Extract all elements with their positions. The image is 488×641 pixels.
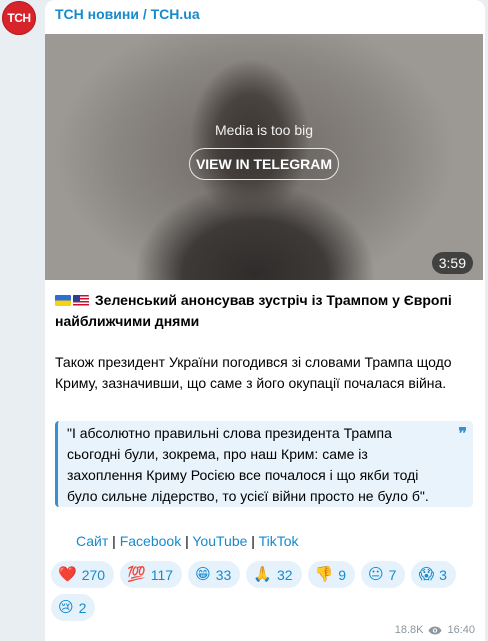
reaction-scream[interactable]: 😱 3 (411, 561, 456, 588)
reaction-count: 270 (81, 566, 106, 583)
reaction-count: 32 (276, 566, 293, 583)
link-youtube[interactable]: YouTube (192, 533, 247, 549)
video-duration-badge: 3:59 (431, 252, 473, 274)
usa-flag-icon (73, 295, 89, 306)
eye-icon (428, 626, 442, 634)
reaction-count: 3 (439, 566, 447, 583)
link-site[interactable]: Сайт (76, 533, 108, 549)
reaction-heart[interactable]: ❤️ 270 (51, 561, 115, 588)
reaction-thumbs-down[interactable]: 👎 9 (307, 561, 356, 588)
reaction-count: 7 (388, 566, 397, 583)
quote-icon: ❞ (458, 424, 467, 443)
link-tiktok[interactable]: TikTok (259, 533, 299, 549)
hundred-icon: 💯 (127, 566, 146, 583)
reactions-bar: ❤️ 270 💯 117 😁 33 🙏 32 👎 9 😐 7 😱 3 😢 2 (51, 561, 481, 621)
message-bubble: ТСН новини / TCH.ua Media is too big VIE… (45, 0, 485, 641)
reaction-hundred[interactable]: 💯 117 (120, 561, 183, 588)
reaction-count: 2 (78, 599, 87, 616)
message-meta: 18.8K 16:40 (395, 624, 475, 636)
post-headline: Зеленський анонсував зустріч із Трампом … (55, 290, 470, 332)
grin-icon: 😁 (195, 566, 211, 583)
view-in-telegram-button[interactable]: VIEW IN TELEGRAM (189, 148, 339, 180)
quote-text: "І абсолютно правильні слова президента … (67, 425, 429, 504)
ukraine-flag-icon (55, 295, 71, 306)
reaction-grin[interactable]: 😁 33 (188, 561, 241, 588)
link-facebook[interactable]: Facebook (120, 533, 181, 549)
pray-icon: 🙏 (253, 566, 272, 583)
post-quote: "І абсолютно правильні слова президента … (55, 421, 473, 507)
cry-icon: 😢 (58, 599, 74, 616)
media-notice: Media is too big (214, 122, 314, 138)
reaction-count: 117 (150, 566, 174, 583)
reaction-neutral[interactable]: 😐 7 (361, 561, 406, 588)
reaction-cry[interactable]: 😢 2 (51, 594, 96, 621)
reaction-pray[interactable]: 🙏 32 (246, 561, 302, 588)
heart-icon: ❤️ (58, 566, 77, 583)
headline-text: Зеленський анонсував зустріч із Трампом … (55, 292, 452, 329)
post-links: Сайт | Facebook | YouTube | TikTok (76, 533, 299, 549)
scream-icon: 😱 (418, 566, 435, 583)
reaction-count: 9 (338, 566, 347, 583)
video-preview[interactable]: Media is too big VIEW IN TELEGRAM 3:59 (45, 34, 483, 280)
view-count: 18.8K (394, 624, 424, 636)
channel-name[interactable]: ТСН новини / TCH.ua (55, 6, 200, 22)
reaction-count: 33 (215, 566, 232, 583)
message-time: 16:40 (447, 624, 475, 636)
thumbs-down-icon: 👎 (314, 566, 334, 583)
post-paragraph: Також президент України погодився зі сло… (55, 354, 452, 391)
channel-avatar[interactable]: ТСН (2, 1, 36, 35)
neutral-face-icon: 😐 (368, 566, 384, 583)
